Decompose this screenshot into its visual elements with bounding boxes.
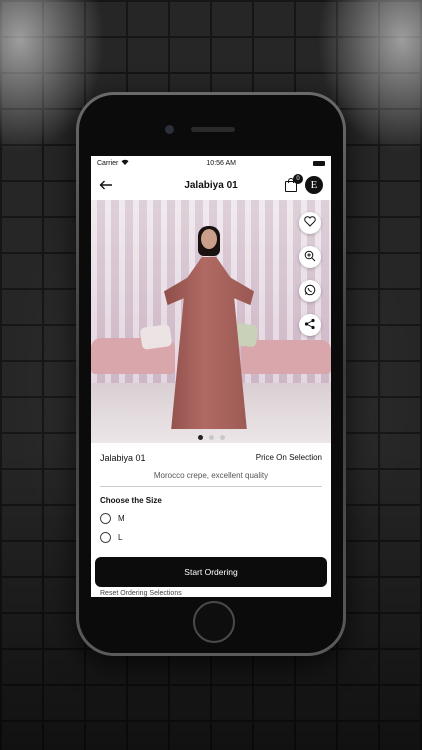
product-price: Price On Selection: [255, 453, 322, 462]
phone-frame: Carrier 10:56 AM Jalabiya 01 0 E Jalabiy…: [76, 92, 346, 656]
zoom-button[interactable]: [299, 246, 321, 268]
radio-button[interactable]: [100, 513, 111, 524]
brand-logo[interactable]: E: [305, 176, 323, 194]
status-bar: Carrier 10:56 AM: [91, 156, 331, 170]
earpiece-speaker: [191, 127, 235, 132]
whatsapp-button[interactable]: [299, 280, 321, 302]
product-description: Morocco crepe, excellent quality: [100, 471, 322, 487]
back-arrow-icon[interactable]: [99, 177, 113, 193]
carousel-dot[interactable]: [197, 435, 203, 440]
app-screen: Carrier 10:56 AM Jalabiya 01 0 E Jalabiy…: [91, 156, 331, 597]
navigation-bar: Jalabiya 01 0 E: [91, 170, 331, 200]
product-details: Jalabiya 01 Price On Selection Morocco c…: [91, 443, 331, 543]
battery-icon: [313, 160, 325, 166]
share-button[interactable]: [299, 314, 321, 336]
size-option-m[interactable]: M: [100, 513, 322, 524]
wifi-icon: [121, 159, 129, 167]
favorite-button[interactable]: [299, 212, 321, 234]
radio-button[interactable]: [100, 532, 111, 543]
status-time: 10:56 AM: [206, 159, 236, 167]
reset-selection-link[interactable]: Reset Ordering Selections: [100, 590, 182, 597]
cart-count-badge: 0: [293, 174, 303, 184]
carrier-label: Carrier: [97, 159, 119, 167]
carousel-dot[interactable]: [208, 435, 214, 440]
size-label: M: [118, 514, 125, 523]
product-name: Jalabiya 01: [100, 453, 146, 463]
size-section-title: Choose the Size: [100, 496, 162, 505]
phone-bezel: Carrier 10:56 AM Jalabiya 01 0 E Jalabiy…: [79, 95, 343, 653]
carousel-pagination: [91, 435, 331, 440]
home-button[interactable]: [193, 601, 235, 643]
heart-icon: [304, 216, 316, 230]
size-option-l[interactable]: L: [100, 532, 322, 543]
share-icon: [304, 318, 316, 333]
whatsapp-icon: [304, 284, 316, 299]
carousel-dot[interactable]: [219, 435, 225, 440]
product-image-carousel[interactable]: [91, 200, 331, 443]
front-camera: [165, 125, 174, 134]
start-ordering-button[interactable]: Start Ordering: [95, 557, 327, 587]
size-label: L: [118, 533, 123, 542]
cart-button[interactable]: 0: [285, 174, 303, 192]
zoom-in-icon: [304, 250, 316, 265]
